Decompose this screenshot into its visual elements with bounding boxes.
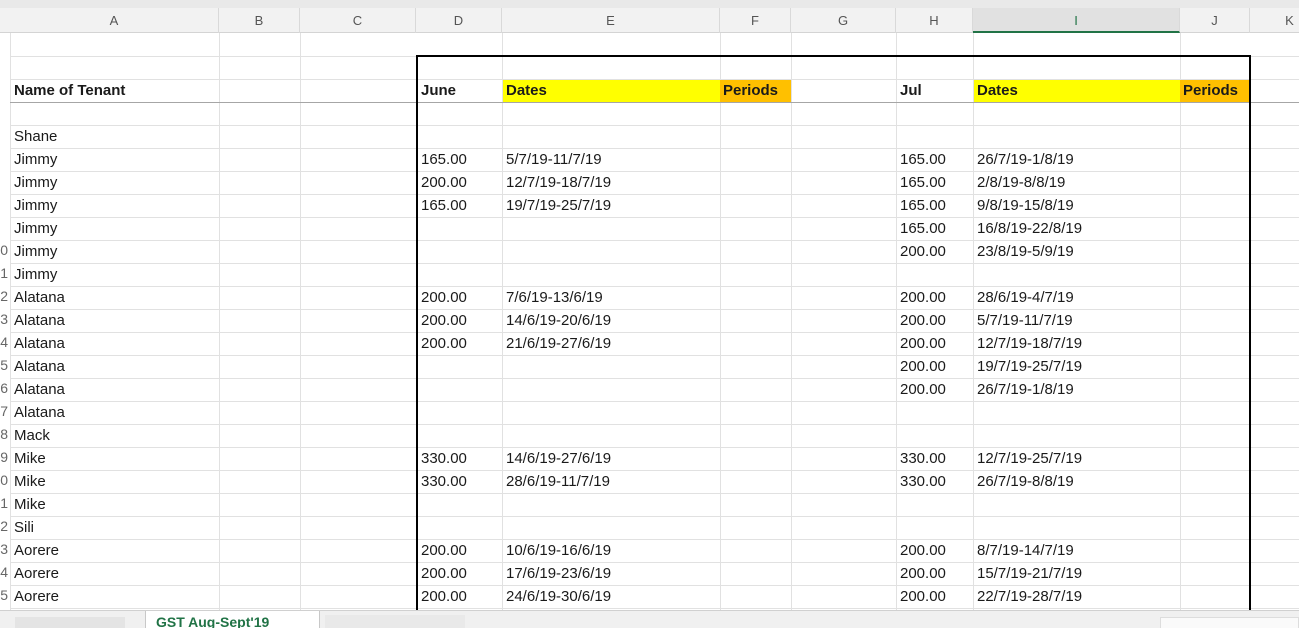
tenant-name-cell[interactable]: Jimmy [14, 172, 57, 194]
tenant-name-cell[interactable]: Jimmy [14, 195, 57, 217]
sheet-tab-previous[interactable] [15, 617, 125, 628]
sheet-tab-next[interactable] [325, 615, 465, 628]
col-header-f[interactable]: F [720, 8, 791, 33]
tenant-name-cell[interactable]: Alatana [14, 379, 65, 401]
column-header-bar: A B C D E F G H I J K [0, 0, 1299, 33]
spreadsheet: A B C D E F G H I J K Name of Tenant Jun… [0, 0, 1299, 628]
row-number[interactable]: 4 [0, 334, 8, 350]
col-header-c[interactable]: C [300, 8, 416, 33]
row-number[interactable]: 1 [0, 265, 8, 281]
row-number[interactable]: 6 [0, 380, 8, 396]
tenant-name-cell[interactable]: Jimmy [14, 241, 57, 263]
col-header-k[interactable]: K [1250, 8, 1299, 33]
tenant-name-cell[interactable]: Alatana [14, 356, 65, 378]
row-number[interactable]: 2 [0, 288, 8, 304]
header-name-of-tenant[interactable]: Name of Tenant [14, 80, 125, 102]
tenant-name-cell[interactable]: Alatana [14, 310, 65, 332]
tenant-name-cell[interactable]: Aorere [14, 586, 59, 608]
tenant-name-cell[interactable]: Mike [14, 448, 46, 470]
row-number[interactable]: 2 [0, 518, 8, 534]
col-header-h[interactable]: H [896, 8, 973, 33]
tenant-name-cell[interactable]: Mack [14, 425, 50, 447]
row-number[interactable]: 9 [0, 449, 8, 465]
row-number[interactable]: 5 [0, 587, 8, 603]
sheet-tab-active[interactable]: GST Aug-Sept'19 [145, 611, 320, 628]
tenant-name-cell[interactable]: Aorere [14, 563, 59, 585]
ribbon-edge [0, 0, 1299, 8]
row-number[interactable]: 5 [0, 357, 8, 373]
row-number[interactable]: 0 [0, 242, 8, 258]
tenant-name-cell[interactable]: Alatana [14, 402, 65, 424]
tenant-name-cell[interactable]: Alatana [14, 333, 65, 355]
col-header-j[interactable]: J [1180, 8, 1250, 33]
tenant-name-cell[interactable]: Jimmy [14, 149, 57, 171]
tenant-name-cell[interactable]: Jimmy [14, 218, 57, 240]
horizontal-scrollbar[interactable] [1160, 617, 1299, 628]
tenant-name-cell[interactable]: Aorere [14, 540, 59, 562]
row-number[interactable]: 8 [0, 426, 8, 442]
tenant-name-cell[interactable]: Jimmy [14, 264, 57, 286]
row-number[interactable]: 0 [0, 472, 8, 488]
col-header-g[interactable]: G [791, 8, 896, 33]
col-header-d[interactable]: D [416, 8, 502, 33]
gridline [10, 33, 11, 610]
tenant-name-cell[interactable]: Alatana [14, 287, 65, 309]
col-header-e[interactable]: E [502, 8, 720, 33]
col-header-b[interactable]: B [219, 8, 300, 33]
col-header-i[interactable]: I [973, 8, 1180, 33]
row-number[interactable]: 3 [0, 541, 8, 557]
tenant-name-cell[interactable]: Shane [14, 126, 57, 148]
gridline [219, 33, 220, 610]
selection-outline [416, 55, 1251, 628]
row-number[interactable]: 4 [0, 564, 8, 580]
tenant-name-cell[interactable]: Sili [14, 517, 34, 539]
tenant-name-cell[interactable]: Mike [14, 471, 46, 493]
gridline [300, 33, 301, 610]
row-number[interactable]: 7 [0, 403, 8, 419]
row-number[interactable]: 3 [0, 311, 8, 327]
sheet-tab-bar: GST Aug-Sept'19 [0, 610, 1299, 628]
tenant-name-cell[interactable]: Mike [14, 494, 46, 516]
row-number[interactable]: 1 [0, 495, 8, 511]
col-header-a[interactable]: A [10, 8, 219, 33]
